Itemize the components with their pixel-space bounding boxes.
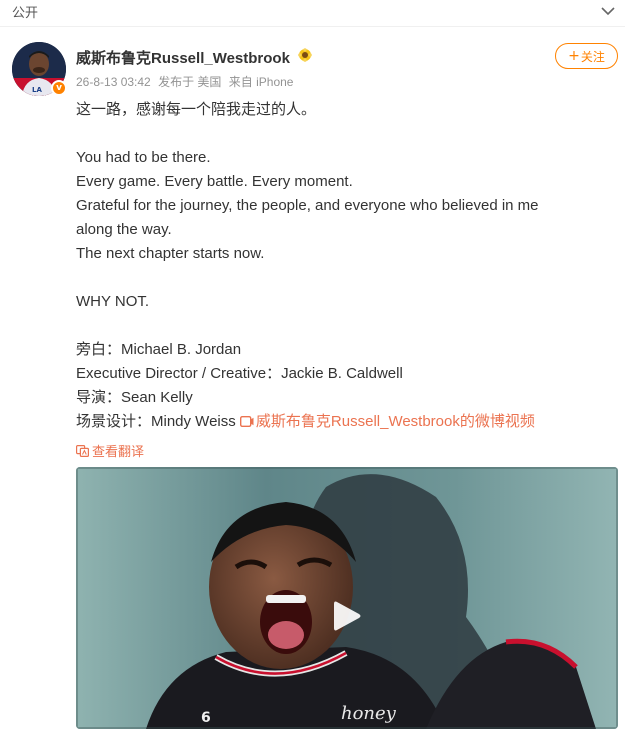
post-line (76, 122, 616, 146)
post-line: WHY NOT. (76, 293, 150, 310)
translate-button[interactable]: 查看翻译 (76, 441, 144, 460)
top-bar: 公开 (0, 0, 625, 26)
post-line: 旁白：Michael B. Jordan (76, 341, 242, 358)
post-meta: 26-8-13 03:42 发布于 美国 来自 iPhone (76, 73, 297, 90)
follow-label: 关注 (580, 49, 605, 64)
sunflower-badge-icon[interactable] (298, 48, 312, 62)
post-line-last: 场景设计：Mindy Weiss 威斯布鲁克Russell_Westbrook的… (76, 410, 616, 434)
chevron-down-icon[interactable] (599, 4, 617, 18)
scene-design-credit: 场景设计：Mindy Weiss (76, 413, 240, 430)
timestamp[interactable]: 26-8-13 03:42 (76, 75, 151, 89)
privacy-label[interactable]: 公开 (12, 2, 38, 21)
post-content: 这一路，感谢每一个陪我走过的人。 You had to be there. Ev… (76, 98, 616, 434)
post-line (76, 314, 616, 338)
video-link-icon (239, 416, 254, 427)
jersey-text: honey (341, 703, 397, 724)
svg-text:LA: LA (32, 86, 42, 94)
post-line: 导演：Sean Kelly (76, 389, 193, 406)
verified-v-badge-icon: v (51, 80, 67, 96)
post-line (76, 266, 616, 290)
post-line: along the way. (76, 221, 172, 238)
translate-label: 查看翻译 (92, 444, 145, 459)
translate-icon (76, 444, 89, 457)
jersey-number: 6 (201, 710, 211, 726)
source: 来自 iPhone (228, 75, 294, 89)
play-icon[interactable] (327, 597, 365, 635)
plus-icon: + (568, 48, 580, 64)
post-line: Grateful for the journey, the people, an… (76, 197, 539, 214)
video-link[interactable]: 威斯布鲁克Russell_Westbrook的微博视频 (239, 413, 535, 430)
author-name[interactable]: 威斯布鲁克Russell_Westbrook (76, 47, 290, 68)
divider (0, 26, 625, 27)
post-line: The next chapter starts now. (76, 245, 265, 262)
post-line: 这一路，感谢每一个陪我走过的人。 (76, 101, 317, 118)
post-line: Every game. Every battle. Every moment. (76, 173, 353, 190)
post-line: You had to be there. (76, 149, 211, 166)
video-player[interactable]: honey 6 (76, 467, 618, 729)
video-link-label: 威斯布鲁克Russell_Westbrook的微博视频 (255, 413, 535, 430)
post-line: Executive Director / Creative：Jackie B. … (76, 365, 403, 382)
location: 发布于 美国 (158, 75, 222, 89)
follow-button[interactable]: + 关注 (555, 43, 618, 69)
